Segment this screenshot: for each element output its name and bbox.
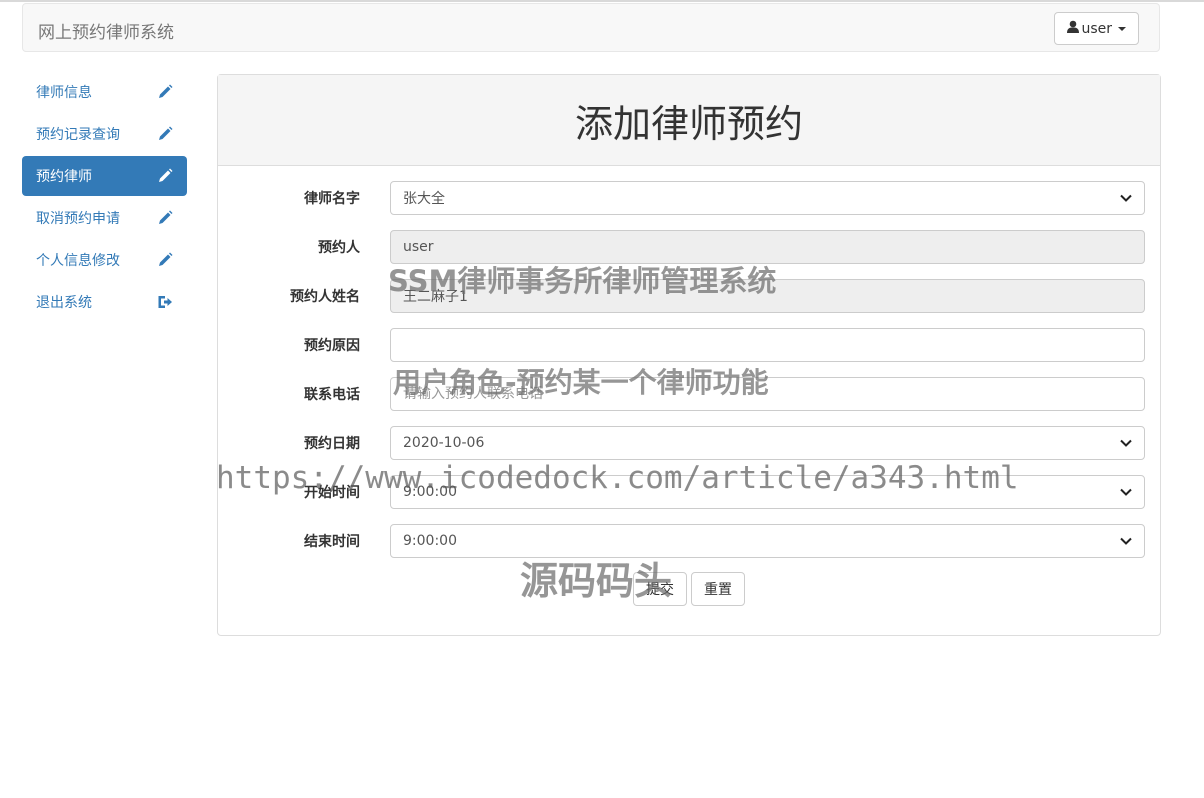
- top-border: [0, 0, 1204, 2]
- booker-name-label: 预约人姓名: [290, 289, 360, 305]
- sidebar-item-label: 预约记录查询: [36, 127, 120, 143]
- end-time-select[interactable]: 9:00:00: [390, 524, 1145, 558]
- sidebar-item-label: 预约律师: [36, 169, 92, 185]
- end-time-label: 结束时间: [304, 534, 360, 550]
- chevron-down-icon: [1120, 488, 1132, 496]
- logout-icon: [157, 294, 173, 310]
- sidebar-item-lawyer-info[interactable]: 律师信息: [22, 72, 187, 112]
- booker-name-field: 王二麻子1: [390, 279, 1145, 313]
- lawyer-name-select[interactable]: 张大全: [390, 181, 1145, 215]
- booker-field: user: [390, 230, 1145, 264]
- reason-input[interactable]: [403, 337, 1132, 353]
- user-icon: [1067, 20, 1080, 37]
- brand-title[interactable]: 网上预约律师系统: [38, 18, 174, 43]
- sidebar-item-label: 律师信息: [36, 85, 92, 101]
- sidebar-item-label: 取消预约申请: [36, 211, 120, 227]
- date-label: 预约日期: [304, 436, 360, 452]
- pencil-icon: [157, 252, 173, 268]
- date-select[interactable]: 2020-10-06: [390, 426, 1145, 460]
- booker-label: 预约人: [318, 240, 360, 256]
- start-time-value: 9:00:00: [403, 484, 457, 500]
- form-row-date: 预约日期 2020-10-06: [218, 426, 1162, 460]
- form-row-start-time: 开始时间 9:00:00: [218, 475, 1162, 509]
- phone-field-box: [390, 377, 1145, 411]
- caret-down-icon: [1118, 26, 1126, 31]
- sidebar-item-cancel-booking[interactable]: 取消预约申请: [22, 198, 187, 238]
- navbar: 网上预约律师系统 user: [22, 3, 1160, 52]
- chevron-down-icon: [1120, 194, 1132, 202]
- end-time-value: 9:00:00: [403, 533, 457, 549]
- sidebar-item-logout[interactable]: 退出系统: [22, 282, 187, 322]
- panel-heading: 添加律师预约: [218, 75, 1160, 166]
- phone-input[interactable]: [403, 386, 1132, 402]
- pencil-icon: [157, 210, 173, 226]
- pencil-icon: [157, 84, 173, 100]
- phone-label: 联系电话: [304, 387, 360, 403]
- sidebar: 律师信息 预约记录查询 预约律师 取消预约申请 个人信息修改 退出系统: [22, 72, 187, 324]
- chevron-down-icon: [1120, 537, 1132, 545]
- sidebar-item-label: 个人信息修改: [36, 253, 120, 269]
- start-time-label: 开始时间: [304, 485, 360, 501]
- reset-button[interactable]: 重置: [691, 572, 745, 606]
- reason-label: 预约原因: [304, 338, 360, 354]
- form-row-reason: 预约原因: [218, 328, 1162, 362]
- user-menu-button[interactable]: user: [1054, 12, 1139, 45]
- reason-field-box: [390, 328, 1145, 362]
- sidebar-item-label: 退出系统: [36, 295, 92, 311]
- lawyer-name-label: 律师名字: [304, 191, 360, 207]
- pencil-icon: [157, 126, 173, 142]
- booking-panel: 添加律师预约 律师名字 张大全 预约人 user 预约人姓名 王二麻子1 预约原…: [217, 74, 1161, 636]
- sidebar-item-edit-profile[interactable]: 个人信息修改: [22, 240, 187, 280]
- sidebar-item-booking-records[interactable]: 预约记录查询: [22, 114, 187, 154]
- form-row-phone: 联系电话: [218, 377, 1162, 411]
- user-menu-label: user: [1081, 20, 1112, 37]
- start-time-select[interactable]: 9:00:00: [390, 475, 1145, 509]
- date-value: 2020-10-06: [403, 435, 485, 451]
- lawyer-name-value: 张大全: [403, 191, 445, 207]
- form-row-end-time: 结束时间 9:00:00: [218, 524, 1162, 558]
- form-row-booker-name: 预约人姓名 王二麻子1: [218, 279, 1162, 313]
- booker-name-value: 王二麻子1: [403, 289, 468, 305]
- chevron-down-icon: [1120, 439, 1132, 447]
- page-title: 添加律师预约: [574, 101, 803, 146]
- form-row-lawyer-name: 律师名字 张大全: [218, 181, 1162, 215]
- sidebar-item-book-lawyer[interactable]: 预约律师: [22, 156, 187, 196]
- submit-button[interactable]: 提交: [633, 572, 687, 606]
- booker-value: user: [403, 239, 434, 255]
- pencil-icon: [157, 168, 173, 184]
- form-row-booker: 预约人 user: [218, 230, 1162, 264]
